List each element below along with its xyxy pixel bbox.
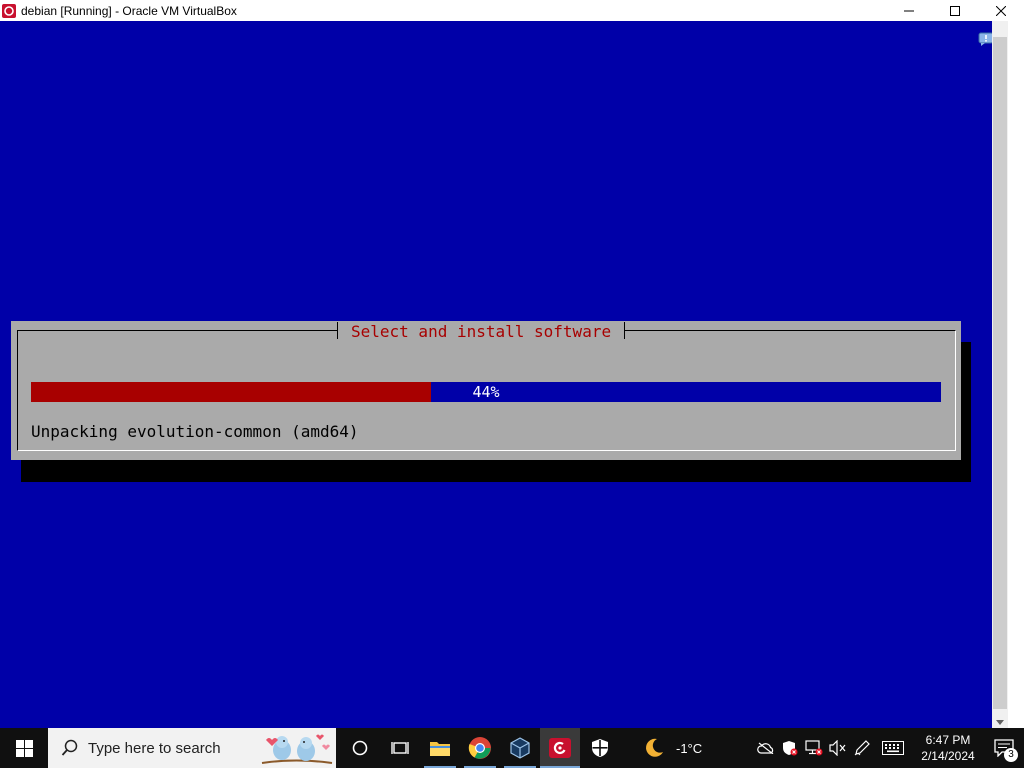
start-button[interactable] [0,728,48,768]
keyboard-icon [882,741,904,755]
touch-keyboard-button[interactable] [874,728,912,768]
notification-count-badge: 3 [1004,748,1018,762]
vm-display[interactable]: Select and install software 44% Unpackin… [0,21,992,728]
weather-widget[interactable]: -1°C [642,728,702,768]
pen-icon [854,740,870,756]
circle-icon [352,740,368,756]
shield-icon [592,739,608,757]
scroll-down-icon[interactable] [995,717,1005,727]
task-view-icon [391,742,409,754]
virtualbox-icon [510,737,530,759]
vertical-scrollbar[interactable] [992,21,1008,728]
windows-icon [15,739,33,757]
close-icon [996,5,1006,16]
onedrive-tray-button[interactable] [754,728,778,768]
debian-vm-button[interactable] [540,728,580,768]
defender-tray-button[interactable] [778,728,802,768]
chrome-icon [468,737,491,759]
taskbar: Type here to search -1°C 6:47 PM 2/14/20… [0,728,1024,768]
file-explorer-button[interactable] [420,728,460,768]
lovebirds-icon [261,734,333,764]
security-button[interactable] [580,728,620,768]
network-icon [805,740,823,756]
folder-icon [430,742,450,756]
taskbar-clock[interactable]: 6:47 PM 2/14/2024 [912,732,984,764]
system-tray: 6:47 PM 2/14/2024 [754,728,984,768]
search-box[interactable]: Type here to search [48,728,336,768]
virtualbox-button[interactable] [500,728,540,768]
scrollbar-thumb[interactable] [993,37,1007,709]
weather-temperature: -1°C [676,740,703,756]
minimize-button[interactable] [886,0,932,21]
chrome-button[interactable] [460,728,500,768]
search-icon [60,738,80,758]
minimize-icon [904,10,914,11]
search-placeholder: Type here to search [88,739,221,757]
debian-icon [549,738,571,758]
pen-tray-button[interactable] [850,728,874,768]
window-title: debian [Running] - Oracle VM VirtualBox [21,3,237,18]
dialog-title: Select and install software [337,322,626,342]
maximize-icon [950,5,960,16]
window-titlebar[interactable]: debian [Running] - Oracle VM VirtualBox [0,0,1024,21]
window-controls [886,0,1024,21]
volume-tray-button[interactable] [826,728,850,768]
installer-dialog: Select and install software 44% Unpackin… [11,321,961,460]
virtualbox-app-icon [1,3,17,19]
maximize-button[interactable] [932,0,978,21]
window-border [1008,21,1024,728]
cloud-icon [757,742,774,754]
action-center-button[interactable]: 3 [984,728,1024,768]
network-tray-button[interactable] [802,728,826,768]
cortana-button[interactable] [340,728,380,768]
clock-time: 6:47 PM [925,733,971,747]
task-view-button[interactable] [380,728,420,768]
shield-alert-icon [783,741,798,756]
status-text: Unpacking evolution-common (amd64) [31,422,359,441]
moon-icon [646,738,663,757]
progress-label: 44% [472,383,500,401]
desktop: debian [Running] - Oracle VM VirtualBox … [0,0,1024,768]
progress-bar: 44% [31,382,941,402]
volume-muted-icon [829,740,846,756]
clock-date: 2/14/2024 [921,749,975,763]
close-button[interactable] [978,0,1024,21]
